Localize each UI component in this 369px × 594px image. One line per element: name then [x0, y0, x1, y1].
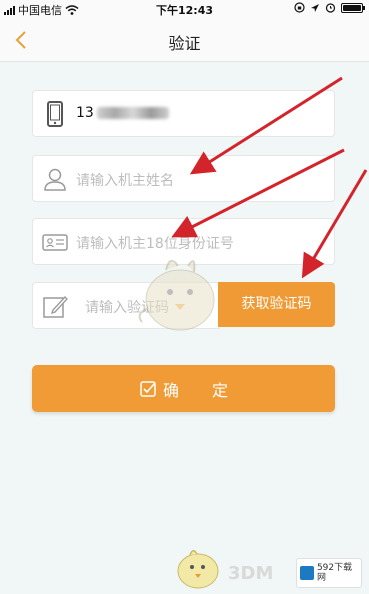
- get-code-button[interactable]: 获取验证码: [218, 282, 335, 327]
- confirm-label: 确 定: [162, 380, 243, 400]
- 592-logo-icon: [300, 566, 314, 580]
- status-bar: 中国电信 下午12:43: [0, 0, 369, 18]
- mobile-phone-icon: [47, 101, 63, 127]
- owner-name-input[interactable]: 请输入机主姓名: [32, 155, 335, 202]
- page-title: 验证: [168, 34, 201, 53]
- id-card-icon: [42, 234, 68, 251]
- 3dm-mascot-logo: [177, 550, 219, 589]
- person-icon: [44, 168, 66, 191]
- mascot-watermark: [138, 259, 215, 331]
- alarm-icon: [325, 3, 336, 13]
- location-icon: [311, 3, 319, 12]
- phone-value: 13: [76, 105, 94, 121]
- orientation-lock-icon: [294, 2, 305, 13]
- 592-site-watermark: 592下载网: [296, 558, 362, 588]
- confirm-button[interactable]: 确 定: [32, 365, 335, 412]
- nav-bar: 验证: [0, 18, 369, 62]
- phone-field[interactable]: 13: [32, 90, 335, 137]
- check-square-icon: [140, 380, 156, 397]
- edit-pencil-icon: [43, 296, 68, 318]
- owner-name-placeholder: 请输入机主姓名: [76, 173, 174, 189]
- masked-phone-digits: [96, 107, 169, 119]
- status-right: [294, 2, 365, 13]
- battery-icon: [341, 2, 365, 13]
- 592-site-name: 592下载网: [316, 563, 353, 583]
- 3dm-watermark: 3DM: [228, 563, 274, 584]
